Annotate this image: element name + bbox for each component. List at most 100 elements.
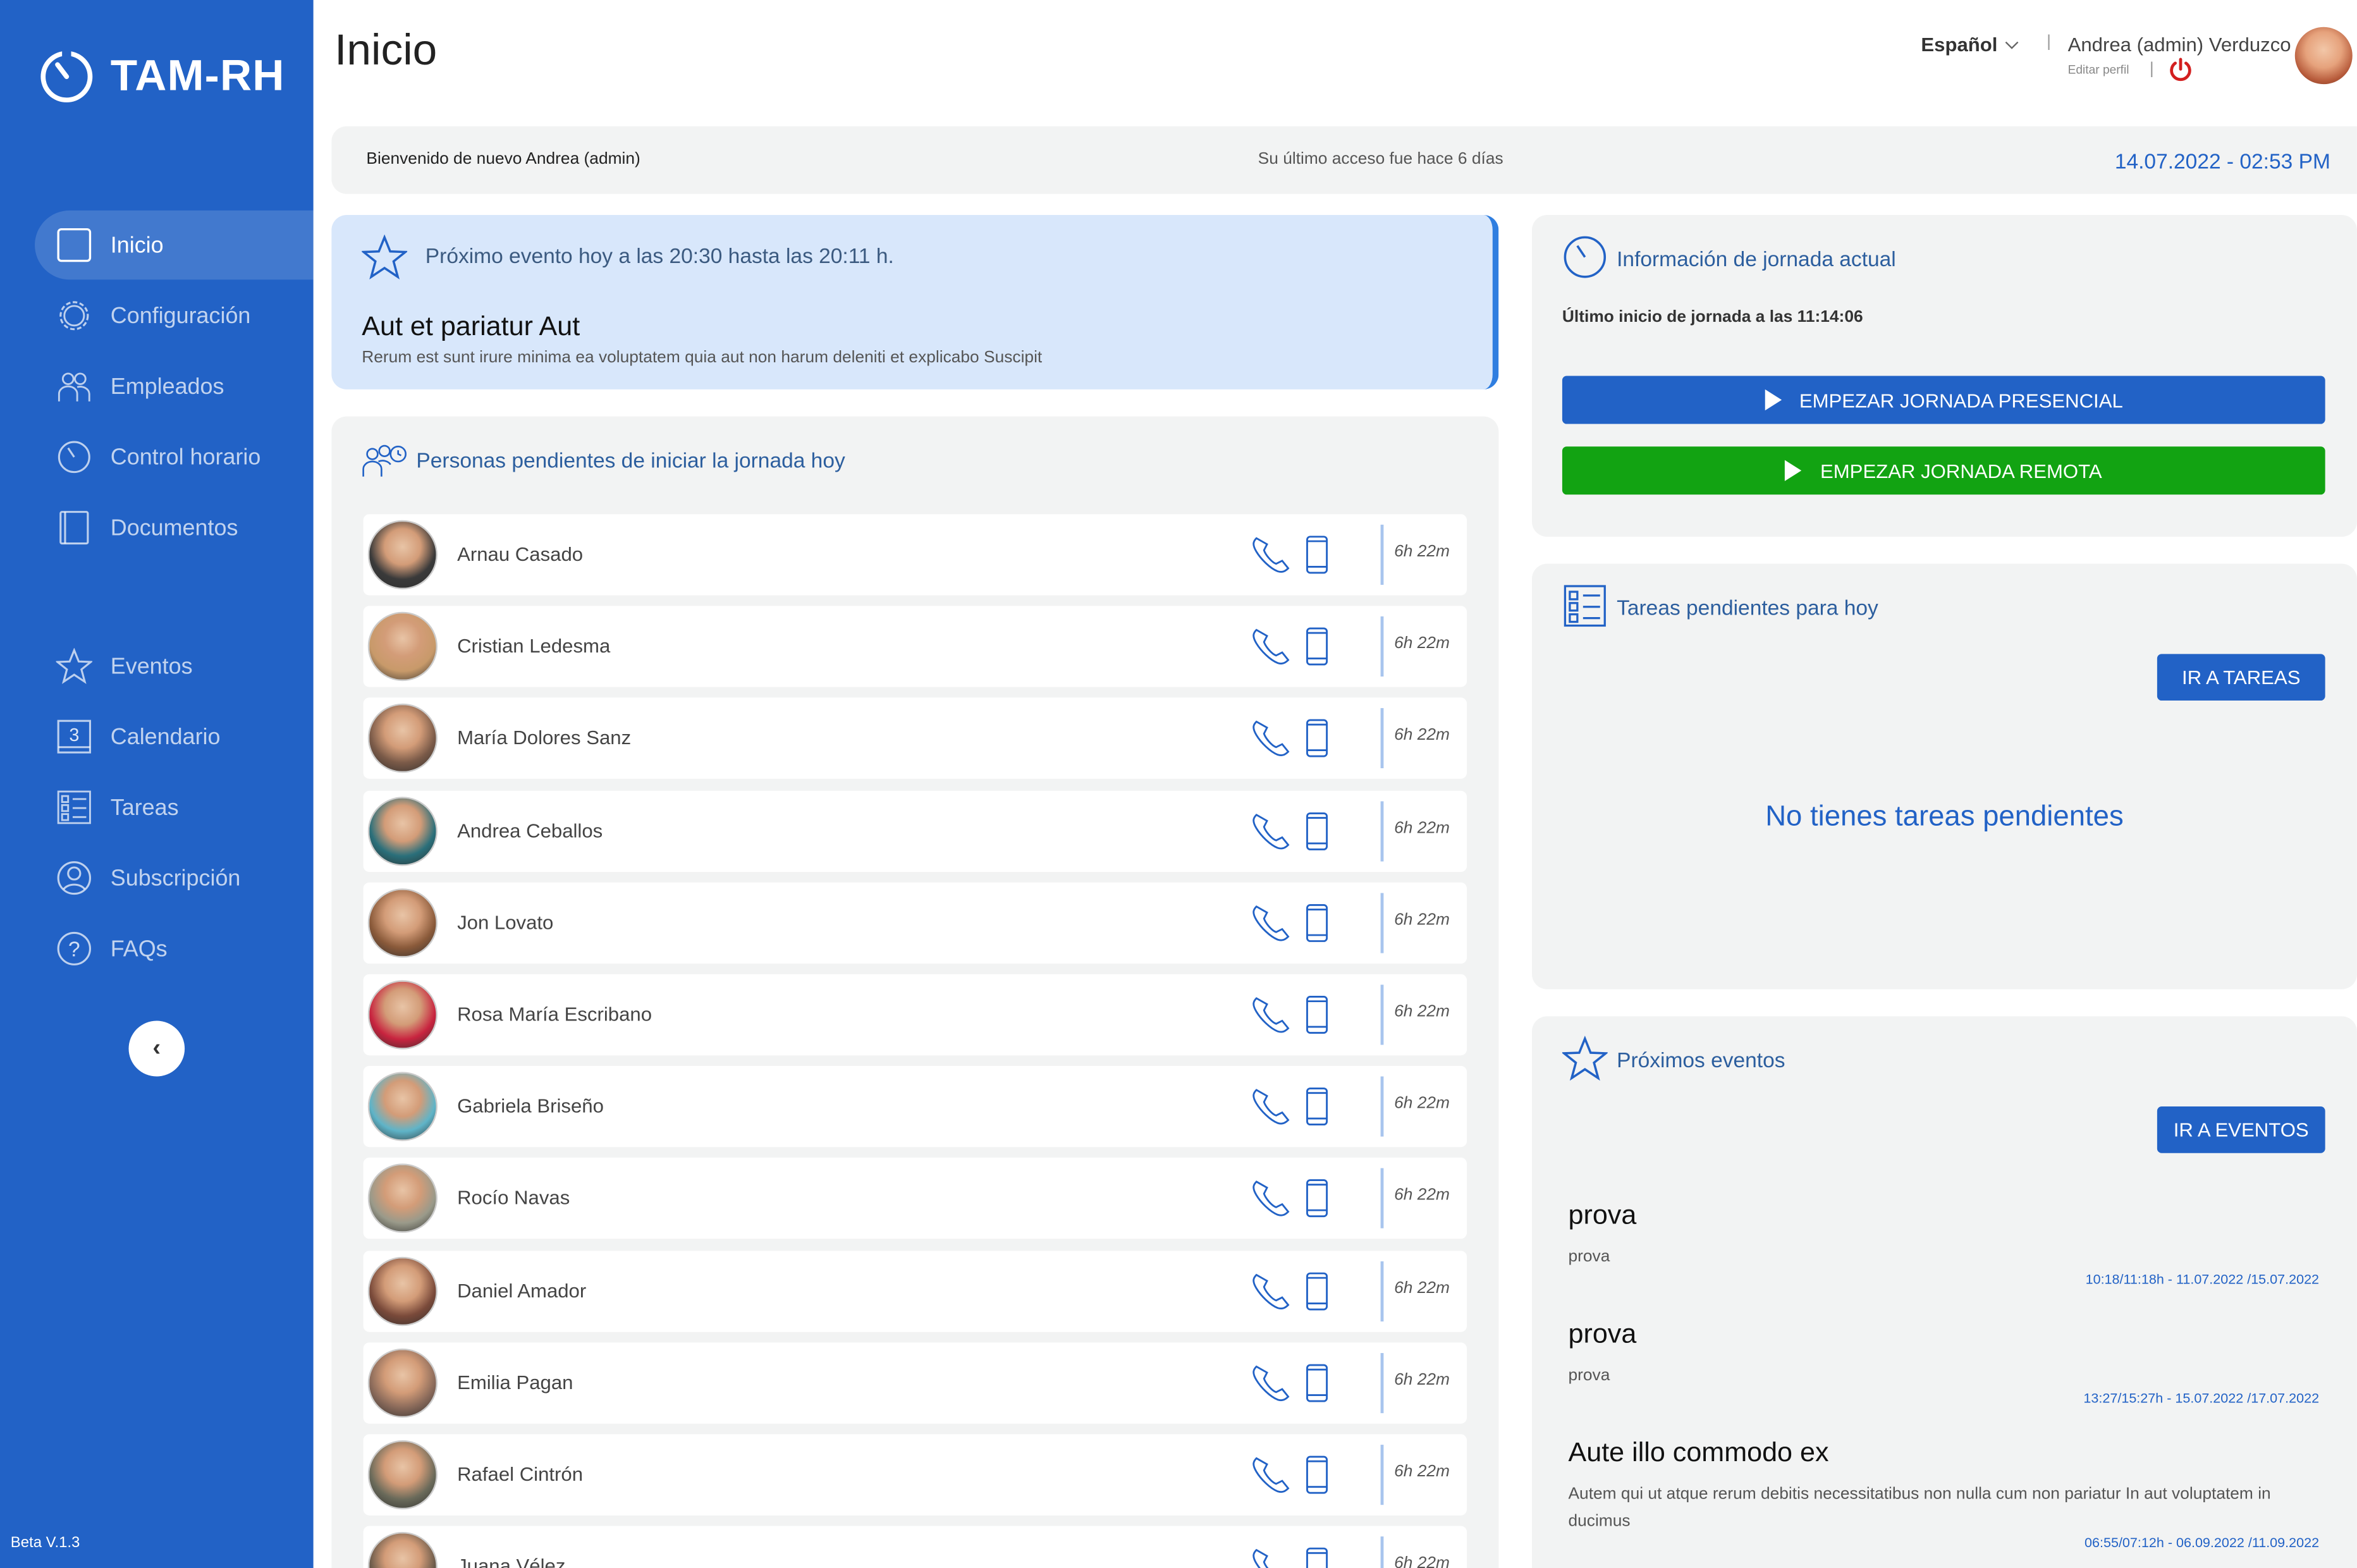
employee-name: Emilia Pagan [457,1371,573,1393]
edit-profile-link[interactable]: Editar perfil [2068,63,2129,77]
table-row[interactable]: Andrea Ceballos 6h 22m [363,790,1467,872]
clock-icon [1564,236,1607,278]
phone-icon[interactable] [1249,1454,1291,1496]
row-divider [1380,1445,1384,1505]
user-circle-icon [57,861,92,895]
elapsed-time: 6h 22m [1394,818,1450,837]
elapsed-time: 6h 22m [1394,1187,1450,1205]
row-divider [1380,892,1384,953]
play-icon [1764,389,1782,411]
table-row[interactable]: Rosa María Escribano 6h 22m [363,974,1467,1056]
start-remote-label: EMPEZAR JORNADA REMOTA [1820,459,2102,482]
mobile-icon[interactable] [1305,903,1329,943]
phone-icon[interactable] [1249,718,1291,760]
phone-icon[interactable] [1249,1178,1291,1220]
table-row[interactable]: Gabriela Briseño 6h 22m [363,1066,1467,1148]
chevron-down-icon [2004,40,2018,49]
phone-icon[interactable] [1249,1086,1291,1128]
go-to-tasks-button[interactable]: IR A TAREAS [2157,654,2325,701]
event-time: 13:27/15:27h - 15.07.2022 /17.07.2022 [2083,1390,2320,1406]
gear-icon [59,301,89,331]
event-list-item[interactable]: prova prova 10:18/11:18h - 11.07.2022 /1… [1568,1199,2319,1287]
mobile-icon[interactable] [1305,535,1329,574]
employee-name: Gabriela Briseño [457,1094,604,1118]
pending-tasks-panel: Tareas pendientes para hoy IR A TAREAS N… [1532,563,2357,989]
elapsed-time: 6h 22m [1394,1278,1450,1297]
mobile-icon[interactable] [1305,1455,1329,1495]
upcoming-events-title: Próximos eventos [1617,1048,1785,1072]
event-list-item[interactable]: prova prova 13:27/15:27h - 15.07.2022 /1… [1568,1318,2319,1406]
svg-text:?: ? [68,938,80,961]
people-clock-icon [362,444,407,477]
welcome-bar: Bienvenido de nuevo Andrea (admin) Su úl… [331,126,2357,194]
phone-icon[interactable] [1249,994,1291,1036]
table-row[interactable]: Emilia Pagan 6h 22m [363,1342,1467,1424]
play-icon [1785,460,1803,481]
table-row[interactable]: Rocío Navas 6h 22m [363,1158,1467,1240]
phone-icon[interactable] [1249,810,1291,852]
star-icon [1562,1036,1608,1081]
header-separator: | [2047,33,2051,51]
mobile-icon[interactable] [1305,1179,1329,1218]
language-select[interactable]: Español [1921,33,2019,56]
mobile-icon[interactable] [1305,627,1329,666]
sidebar-item-control-horario[interactable]: Control horario [35,422,314,491]
phone-icon[interactable] [1249,1362,1291,1404]
row-divider [1380,1536,1384,1568]
collapse-sidebar-button[interactable]: ‹ [128,1020,185,1077]
phone-icon[interactable] [1249,626,1291,668]
logo[interactable]: TAM-RH [38,48,285,105]
table-row[interactable]: Jon Lovato 6h 22m [363,882,1467,964]
table-row[interactable]: Cristian Ledesma 6h 22m [363,606,1467,688]
current-datetime: 14.07.2022 - 02:53 PM [2114,149,2330,173]
pending-tasks-title: Tareas pendientes para hoy [1617,595,1878,620]
sidebar-item-faqs[interactable]: ? FAQs [35,914,314,983]
event-description: prova [1568,1247,1610,1266]
calendar-day-number: 3 [69,725,79,745]
mobile-icon[interactable] [1305,1087,1329,1127]
mobile-icon[interactable] [1305,1547,1329,1568]
mobile-icon[interactable] [1305,1363,1329,1402]
sidebar-item-inicio[interactable]: Inicio [35,210,314,280]
employee-name: Rosa María Escribano [457,1002,652,1026]
phone-icon[interactable] [1249,534,1291,576]
table-row[interactable]: Daniel Amador 6h 22m [363,1250,1467,1332]
mobile-icon[interactable] [1305,811,1329,850]
employee-avatar [367,1072,438,1142]
phone-icon[interactable] [1249,1270,1291,1312]
start-onsite-workday-button[interactable]: EMPEZAR JORNADA PRESENCIAL [1562,376,2325,424]
start-remote-workday-button[interactable]: EMPEZAR JORNADA REMOTA [1562,446,2325,495]
next-event-card[interactable]: Próximo evento hoy a las 20:30 hasta las… [331,215,1499,389]
employee-avatar [367,1532,438,1568]
sidebar-item-label: Configuración [110,303,251,329]
employee-avatar [367,980,438,1050]
sidebar-item-configuracion[interactable]: Configuración [35,281,314,350]
employee-name: María Dolores Sanz [457,726,632,750]
event-title: Aute illo commodo ex [1568,1437,1829,1467]
table-row[interactable]: María Dolores Sanz 6h 22m [363,698,1467,780]
table-row[interactable]: Juana Vélez 6h 22m [363,1526,1467,1568]
table-row[interactable]: Arnau Casado 6h 22m [363,514,1467,596]
sidebar-item-calendario[interactable]: 3 Calendario [35,702,314,771]
event-list-item[interactable]: Aute illo commodo ex Autem qui ut atque … [1568,1437,2319,1550]
sidebar-item-label: Control horario [110,444,261,470]
row-divider [1380,1352,1384,1413]
phone-icon[interactable] [1249,1546,1291,1568]
user-avatar[interactable] [2294,27,2353,85]
sidebar-item-eventos[interactable]: Eventos [35,632,314,701]
table-row[interactable]: Rafael Cintrón 6h 22m [363,1434,1467,1516]
sidebar-item-documentos[interactable]: Documentos [35,493,314,562]
phone-icon[interactable] [1249,902,1291,944]
mobile-icon[interactable] [1305,995,1329,1034]
user-name: Andrea (admin) Verduzco [2067,33,2291,56]
mobile-icon[interactable] [1305,1271,1329,1311]
sidebar-item-empleados[interactable]: Empleados [35,352,314,420]
sidebar-item-subscripcion[interactable]: Subscripción [35,843,314,912]
sidebar-item-label: Subscripción [110,865,241,891]
mobile-icon[interactable] [1305,720,1329,759]
logout-power-icon[interactable] [2168,57,2194,82]
calendar-icon: 3 [57,720,92,754]
go-to-events-button[interactable]: IR A EVENTOS [2157,1106,2325,1153]
page-title: Inicio [334,27,438,75]
sidebar-item-tareas[interactable]: Tareas [35,773,314,842]
